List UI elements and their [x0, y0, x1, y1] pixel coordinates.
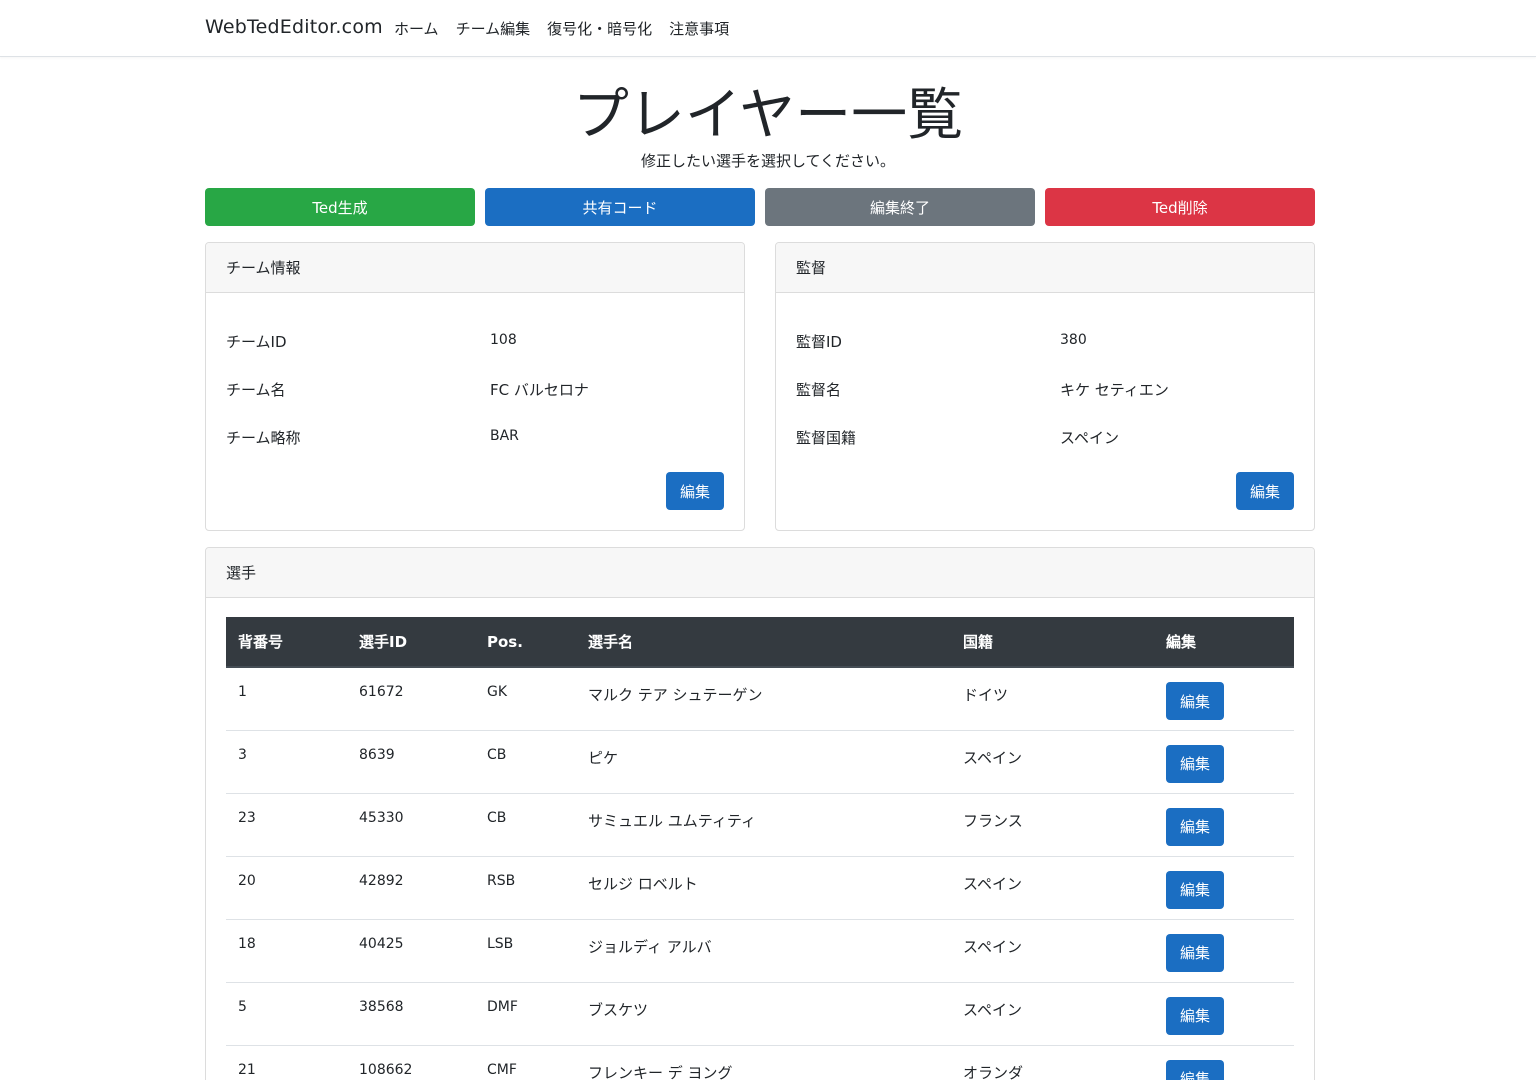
player-edit-cell: 編集 [1154, 1045, 1294, 1080]
player-name: サミュエル ユムティティ [576, 793, 951, 857]
players-card: 選手 背番号 選手ID Pos. 選手名 国籍 編集 1 61672 GK マルク テ… [205, 547, 1315, 1080]
player-position: CB [475, 793, 576, 857]
player-nationality: フランス [951, 793, 1154, 857]
manager-name-label: 監督名 [796, 381, 842, 399]
col-nationality: 国籍 [951, 617, 1154, 668]
player-edit-button[interactable]: 編集 [1166, 682, 1224, 720]
player-number: 3 [226, 730, 347, 794]
player-id: 45330 [347, 793, 475, 857]
manager-nation-label: 監督国籍 [796, 429, 857, 447]
table-row: 3 8639 CB ピケ スペイン 編集 [226, 730, 1294, 794]
player-edit-cell: 編集 [1154, 919, 1294, 983]
player-nationality: オランダ [951, 1045, 1154, 1080]
manager-edit-button[interactable]: 編集 [1236, 472, 1294, 510]
col-player-id: 選手ID [347, 617, 475, 668]
players-header: 選手 [206, 548, 1314, 598]
player-nationality: スペイン [951, 982, 1154, 1046]
manager-id-label: 監督ID [796, 333, 842, 351]
player-id: 38568 [347, 982, 475, 1046]
table-row: 18 40425 LSB ジョルディ アルバ スペイン 編集 [226, 919, 1294, 983]
player-nationality: スペイン [951, 730, 1154, 794]
navbar: WebTedEditor.com ホーム チーム編集 復号化・暗号化 注意事項 [0, 0, 1536, 57]
page-title: プレイヤー一覧 [572, 83, 964, 148]
table-row: 20 42892 RSB セルジ ロベルト スペイン 編集 [226, 856, 1294, 920]
col-number: 背番号 [226, 617, 347, 668]
player-number: 20 [226, 856, 347, 920]
player-edit-button[interactable]: 編集 [1166, 807, 1224, 846]
team-edit-button[interactable]: 編集 [666, 472, 724, 510]
player-name: ブスケツ [576, 982, 951, 1046]
table-row: 23 45330 CB サミュエル ユムティティ フランス 編集 [226, 793, 1294, 857]
player-position: LSB [475, 919, 576, 983]
team-abbr-value: BAR [490, 428, 519, 444]
manager-card: 監督 監督ID 380 監督名 キケ セティエン 監督国籍 スペイン 編集 [775, 242, 1315, 531]
player-position: RSB [475, 856, 576, 920]
team-id-value: 108 [490, 332, 517, 348]
nav-team-edit[interactable]: チーム編集 [456, 18, 531, 39]
player-edit-button[interactable]: 編集 [1166, 996, 1224, 1035]
team-name-label: チーム名 [226, 381, 286, 399]
ted-generate-button[interactable]: Ted生成 [205, 188, 475, 226]
team-abbr-label: チーム略称 [226, 429, 301, 447]
nav-links: ホーム チーム編集 復号化・暗号化 注意事項 [394, 18, 729, 39]
share-code-button[interactable]: 共有コード [485, 188, 755, 226]
player-id: 8639 [347, 730, 475, 794]
player-position: DMF [475, 982, 576, 1046]
player-name: マルク テア シュテーゲン [576, 667, 951, 731]
player-edit-cell: 編集 [1154, 982, 1294, 1046]
brand-link[interactable]: WebTedEditor.com [205, 16, 383, 38]
player-edit-button[interactable]: 編集 [1166, 744, 1224, 783]
nav-encrypt[interactable]: 復号化・暗号化 [547, 18, 652, 39]
col-edit: 編集 [1154, 617, 1294, 668]
players-table: 背番号 選手ID Pos. 選手名 国籍 編集 1 61672 GK マルク テア シ… [226, 617, 1294, 1080]
player-id: 40425 [347, 919, 475, 983]
player-id: 108662 [347, 1045, 475, 1080]
player-name: フレンキー デ ヨング [576, 1045, 951, 1080]
player-position: CB [475, 730, 576, 794]
players-table-body: 1 61672 GK マルク テア シュテーゲン ドイツ 編集 3 8639 CB ピケ スペイン編… [226, 667, 1294, 1080]
player-position: CMF [475, 1045, 576, 1080]
player-name: ピケ [576, 730, 951, 794]
team-info-header: チーム情報 [206, 243, 744, 293]
player-nationality: ドイツ [951, 667, 1154, 731]
player-id: 61672 [347, 667, 475, 731]
player-edit-cell: 編集 [1154, 856, 1294, 920]
player-nationality: スペイン [951, 919, 1154, 983]
table-row: 5 38568 DMF ブスケツ スペイン 編集 [226, 982, 1294, 1046]
table-header-row: 背番号 選手ID Pos. 選手名 国籍 編集 [226, 617, 1294, 668]
player-edit-button[interactable]: 編集 [1166, 1059, 1224, 1080]
manager-name-value: キケ セティエン [1060, 381, 1169, 399]
nav-notes[interactable]: 注意事項 [669, 18, 729, 39]
player-number: 18 [226, 919, 347, 983]
table-row: 21 108662 CMF フレンキー デ ヨング オランダ 編集 [226, 1045, 1294, 1080]
player-edit-cell: 編集 [1154, 730, 1294, 794]
player-edit-cell: 編集 [1154, 793, 1294, 857]
manager-header: 監督 [776, 243, 1314, 293]
player-number: 1 [226, 667, 347, 731]
player-name: ジョルディ アルバ [576, 919, 951, 983]
player-id: 42892 [347, 856, 475, 920]
player-nationality: スペイン [951, 856, 1154, 920]
manager-id-value: 380 [1060, 332, 1087, 348]
player-number: 5 [226, 982, 347, 1046]
table-row: 1 61672 GK マルク テア シュテーゲン ドイツ 編集 [226, 667, 1294, 731]
col-player-name: 選手名 [576, 617, 951, 668]
team-name-value: FC バルセロナ [490, 381, 589, 399]
ted-delete-button[interactable]: Ted削除 [1045, 188, 1315, 226]
player-number: 23 [226, 793, 347, 857]
player-number: 21 [226, 1045, 347, 1080]
player-edit-button[interactable]: 編集 [1166, 933, 1224, 972]
action-buttons: Ted生成 共有コード 編集終了 Ted削除 [205, 188, 1315, 226]
page-subtitle: 修正したい選手を選択してください。 [640, 152, 896, 170]
finish-edit-button[interactable]: 編集終了 [765, 188, 1035, 226]
manager-nation-value: スペイン [1060, 429, 1119, 447]
team-id-label: チームID [226, 333, 287, 351]
team-info-card: チーム情報 チームID 108 チーム名 FC バルセロナ チーム略称 BAR … [205, 242, 745, 531]
player-edit-cell: 編集 [1154, 667, 1294, 731]
nav-home[interactable]: ホーム [394, 18, 439, 39]
col-position: Pos. [475, 617, 576, 668]
player-position: GK [475, 667, 576, 731]
player-edit-button[interactable]: 編集 [1166, 870, 1224, 909]
player-name: セルジ ロベルト [576, 856, 951, 920]
